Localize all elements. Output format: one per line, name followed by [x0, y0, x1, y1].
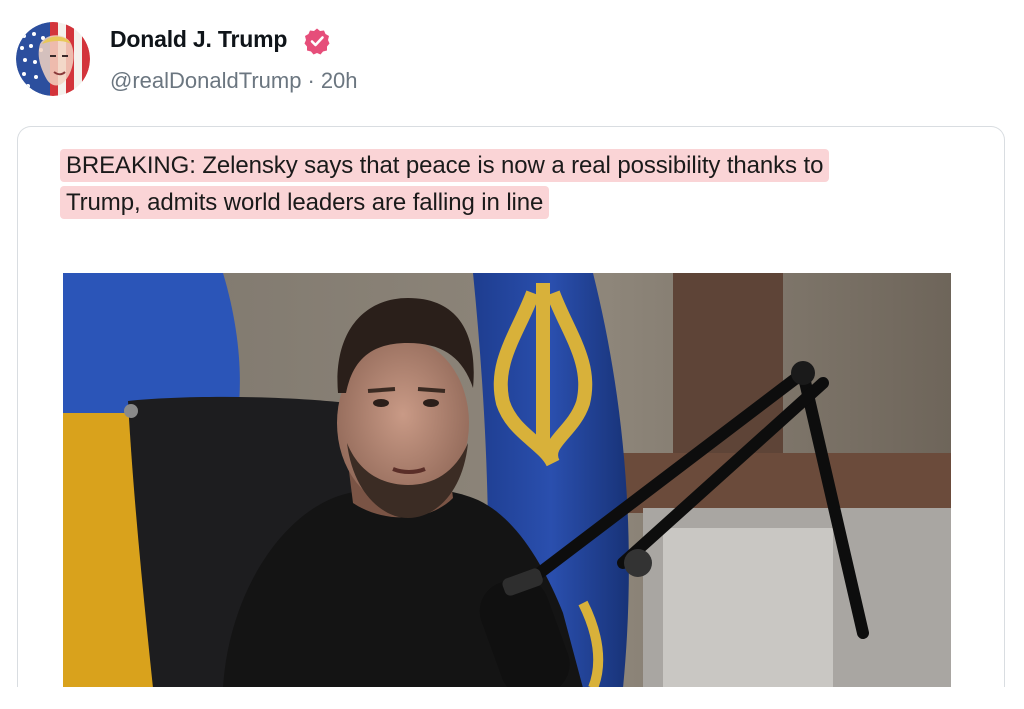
card-headline: BREAKING: Zelensky says that peace is no…	[60, 147, 960, 221]
verified-badge-icon	[304, 28, 330, 55]
author-handle[interactable]: @realDonaldTrump	[110, 68, 301, 93]
avatar-image	[16, 22, 90, 96]
post-meta: @realDonaldTrump · 20h	[110, 68, 358, 94]
author-name[interactable]: Donald J. Trump	[110, 26, 287, 53]
headline-line-2: Trump, admits world leaders are falling …	[60, 186, 550, 219]
media-card[interactable]: BREAKING: Zelensky says that peace is no…	[17, 126, 1005, 687]
photo-image	[63, 273, 951, 687]
meta-separator: ·	[307, 68, 315, 93]
news-photo[interactable]	[63, 273, 951, 687]
social-post: Donald J. Trump @realDonaldTrump · 20h BRE…	[0, 0, 1024, 709]
post-timestamp[interactable]: 20h	[321, 68, 358, 93]
profile-avatar[interactable]	[16, 22, 90, 96]
headline-line-1: BREAKING: Zelensky says that peace is no…	[60, 149, 830, 182]
